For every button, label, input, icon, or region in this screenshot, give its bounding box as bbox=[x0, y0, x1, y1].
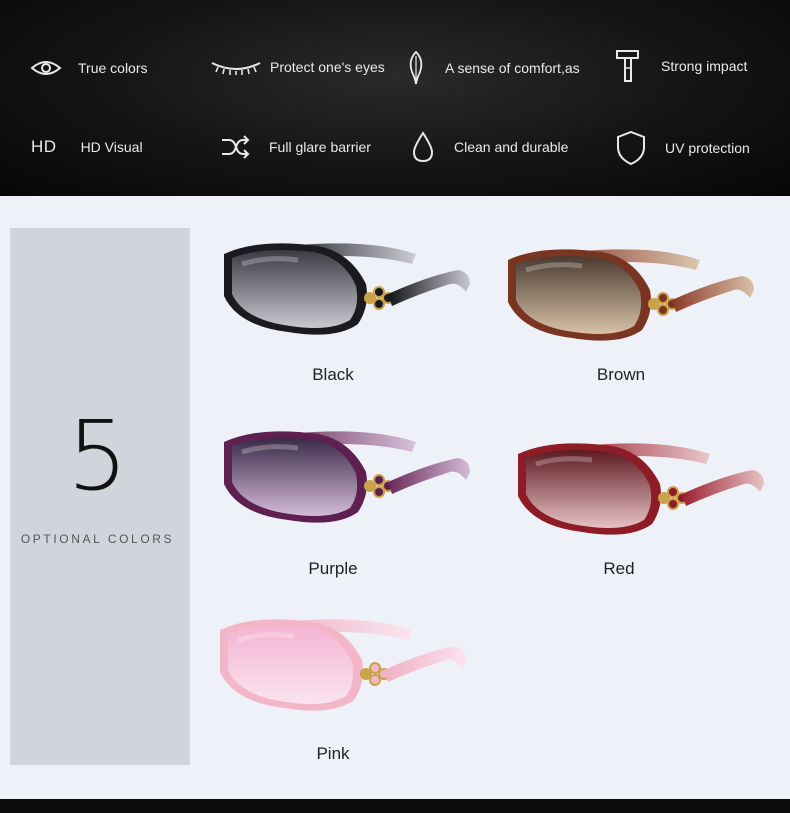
hammer-icon bbox=[614, 48, 642, 84]
feather-icon bbox=[405, 50, 427, 86]
sunglasses-brown[interactable] bbox=[502, 242, 760, 359]
color-label-black: Black bbox=[312, 365, 354, 384]
feature-glare-barrier: Full glare barrier bbox=[220, 135, 371, 159]
color-label-pink: Pink bbox=[316, 744, 350, 763]
feature-hd-visual: HD HD Visual bbox=[31, 137, 143, 157]
feature-label: UV protection bbox=[665, 140, 750, 156]
bottom-bar bbox=[0, 799, 790, 813]
feature-label: Clean and durable bbox=[454, 139, 569, 155]
color-count: 5 bbox=[66, 400, 129, 512]
feature-true-colors: True colors bbox=[30, 58, 148, 78]
sunglasses-red[interactable] bbox=[512, 436, 770, 553]
color-label-purple: Purple bbox=[308, 559, 358, 578]
optional-colors-caption: OPTIONAL COLORS bbox=[20, 532, 175, 546]
sunglasses-pink[interactable] bbox=[214, 612, 472, 729]
sunglasses-purple[interactable] bbox=[218, 424, 476, 541]
eye-icon bbox=[30, 58, 62, 78]
sunglasses-black[interactable] bbox=[218, 236, 476, 353]
color-label-brown: Brown bbox=[596, 365, 646, 384]
features-banner: True colors Protect one's eyes A sense o… bbox=[0, 0, 790, 196]
feature-clean-durable: Clean and durable bbox=[412, 131, 568, 163]
color-label-red: Red bbox=[603, 559, 635, 578]
shuffle-icon bbox=[220, 135, 250, 159]
feature-uv-protection: UV protection bbox=[616, 130, 750, 166]
droplet-icon bbox=[412, 131, 434, 163]
feature-label: True colors bbox=[78, 60, 148, 76]
feature-label: Strong impact bbox=[661, 58, 748, 74]
hd-icon: HD bbox=[31, 137, 57, 156]
feature-label: Full glare barrier bbox=[269, 139, 371, 155]
feature-label: Protect one's eyes bbox=[270, 59, 385, 75]
shield-icon bbox=[616, 130, 646, 166]
feature-protect-eyes: Protect one's eyes bbox=[210, 59, 385, 75]
feature-label: A sense of comfort,as bbox=[445, 60, 580, 76]
feature-comfort: A sense of comfort,as bbox=[405, 50, 580, 86]
eyelash-icon bbox=[210, 59, 262, 75]
feature-label: HD Visual bbox=[80, 139, 143, 155]
feature-strong-impact: Strong impact bbox=[614, 48, 747, 84]
